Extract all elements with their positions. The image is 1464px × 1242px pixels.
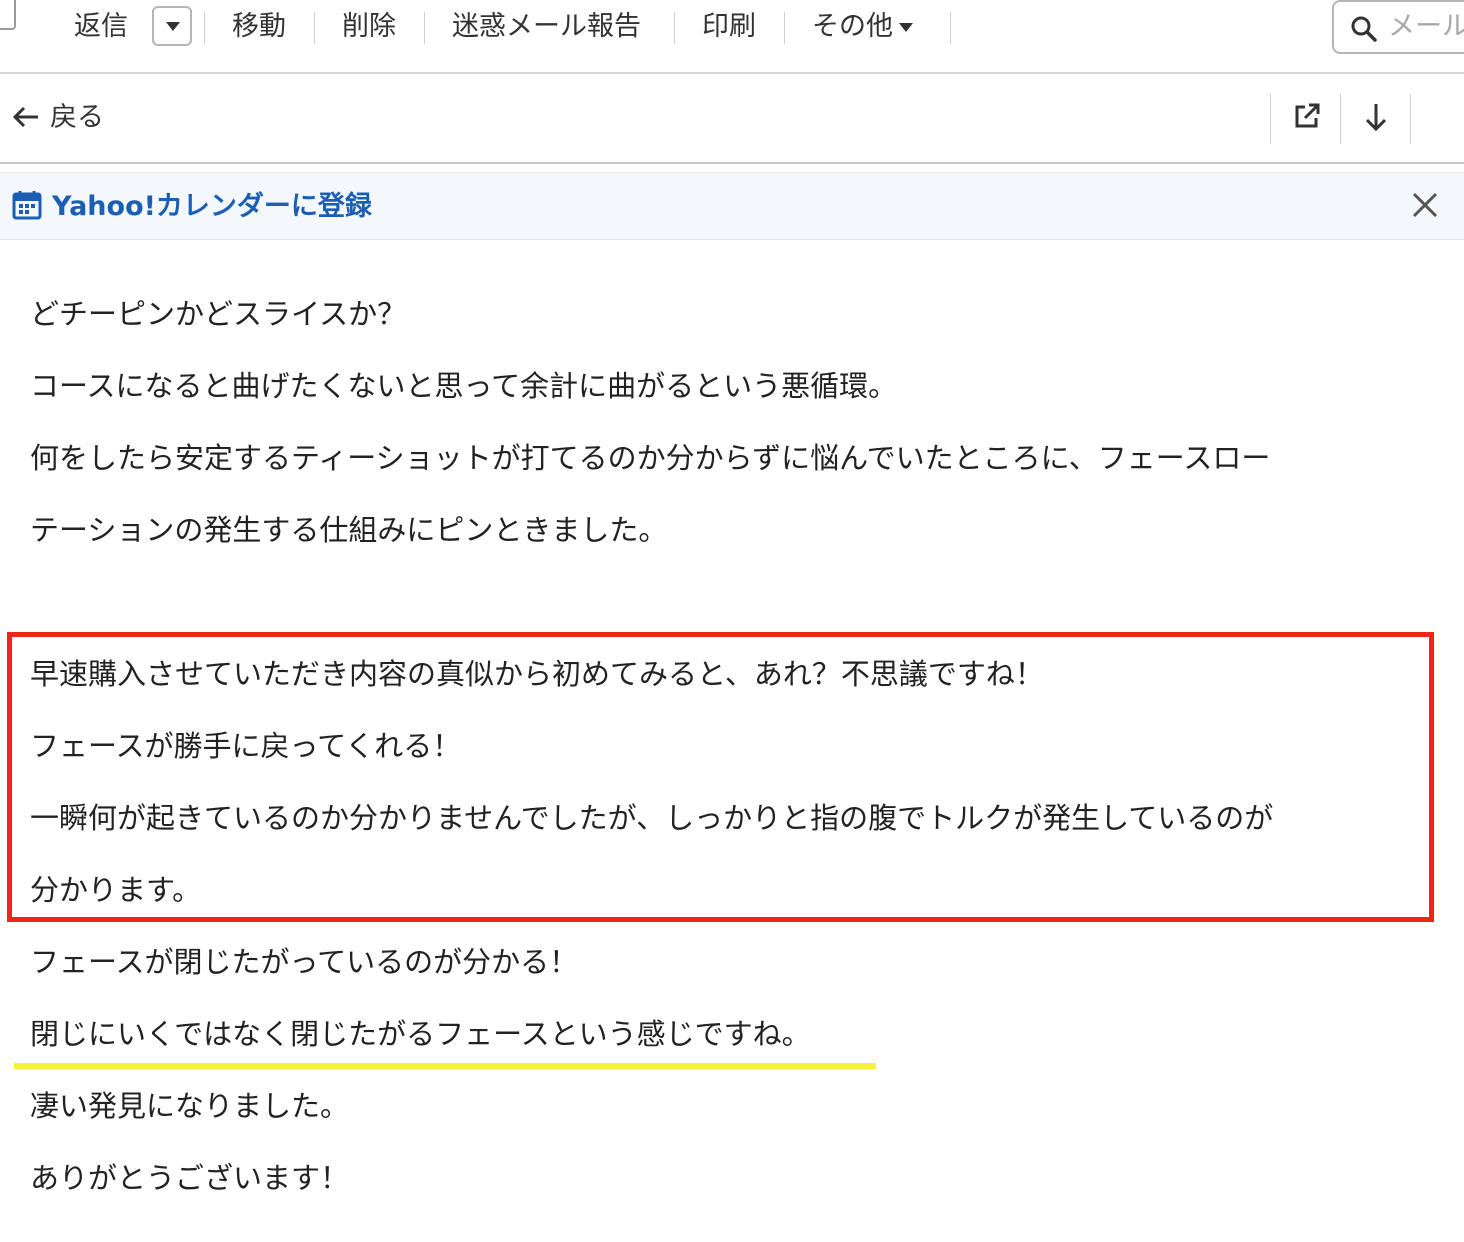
add-to-calendar-label: Yahoo!カレンダーに登録 — [52, 191, 372, 222]
more-menu-label: その他 — [812, 11, 893, 42]
message-line: どチーピンかどスライスか？ — [30, 297, 407, 331]
message-line: フェースが勝手に戻ってくれる！ — [30, 729, 462, 763]
more-menu-button[interactable]: その他 — [812, 8, 913, 46]
toolbar-divider — [784, 12, 785, 44]
toolbar-divider — [674, 12, 675, 44]
reply-button[interactable]: 返信 — [74, 8, 128, 46]
mail-search[interactable] — [1332, 0, 1464, 54]
arrow-down-icon[interactable] — [1364, 102, 1388, 132]
back-button[interactable]: 戻る — [12, 98, 104, 138]
collapse-handle[interactable] — [0, 0, 16, 30]
message-line: 早速購入させていただき内容の真似から初めてみると、あれ？不思議ですね！ — [30, 657, 1044, 691]
toolbar-divider — [204, 12, 205, 44]
back-label: 戻る — [50, 102, 104, 133]
message-line: ありがとうございます！ — [30, 1161, 350, 1195]
toolbar-divider — [314, 12, 315, 44]
calendar-banner: Yahoo!カレンダーに登録 — [0, 172, 1464, 240]
nav-divider — [1340, 94, 1341, 144]
highlight-underline — [14, 1063, 876, 1069]
nav-divider — [1410, 94, 1411, 144]
toolbar-divider — [424, 12, 425, 44]
add-to-calendar-link[interactable]: Yahoo!カレンダーに登録 — [12, 187, 372, 227]
message-toolbar: 返信 移動 削除 迷惑メール報告 印刷 その他 — [0, 0, 1464, 74]
message-line: 凄い発見になりました。 — [30, 1089, 350, 1123]
message-line: 分かります。 — [30, 873, 202, 907]
message-line: コースになると曲げたくないと思って余計に曲がるという悪循環。 — [30, 369, 898, 403]
close-icon[interactable] — [1410, 190, 1440, 220]
arrow-left-icon — [12, 106, 38, 127]
delete-button[interactable]: 削除 — [342, 8, 396, 46]
search-input[interactable] — [1388, 8, 1464, 44]
toolbar-divider — [950, 12, 951, 44]
reply-options-dropdown[interactable] — [152, 6, 192, 46]
nav-divider — [1270, 94, 1271, 144]
message-navbar: 戻る — [0, 74, 1464, 164]
message-line: フェースが閉じたがっているのが分かる！ — [30, 945, 579, 979]
message-line: 一瞬何が起きているのか分かりませんでしたが、しっかりと指の腹でトルクが発生してい… — [30, 801, 1274, 835]
print-button[interactable]: 印刷 — [702, 8, 756, 46]
calendar-icon — [12, 191, 42, 220]
open-in-new-window-icon[interactable] — [1293, 102, 1321, 130]
message-line: 何をしたら安定するティーショットが打てるのか分からずに悩んでいたところに、フェー… — [30, 441, 1271, 475]
chevron-down-icon — [899, 23, 913, 32]
message-line: 閉じにいくではなく閉じたがるフェースという感じですね。 — [30, 1017, 811, 1051]
message-line: テーションの発生する仕組みにピンときました。 — [30, 513, 668, 547]
move-button[interactable]: 移動 — [232, 8, 286, 46]
spam-report-button[interactable]: 迷惑メール報告 — [452, 8, 641, 46]
chevron-down-icon — [166, 22, 180, 31]
search-icon — [1351, 16, 1377, 42]
